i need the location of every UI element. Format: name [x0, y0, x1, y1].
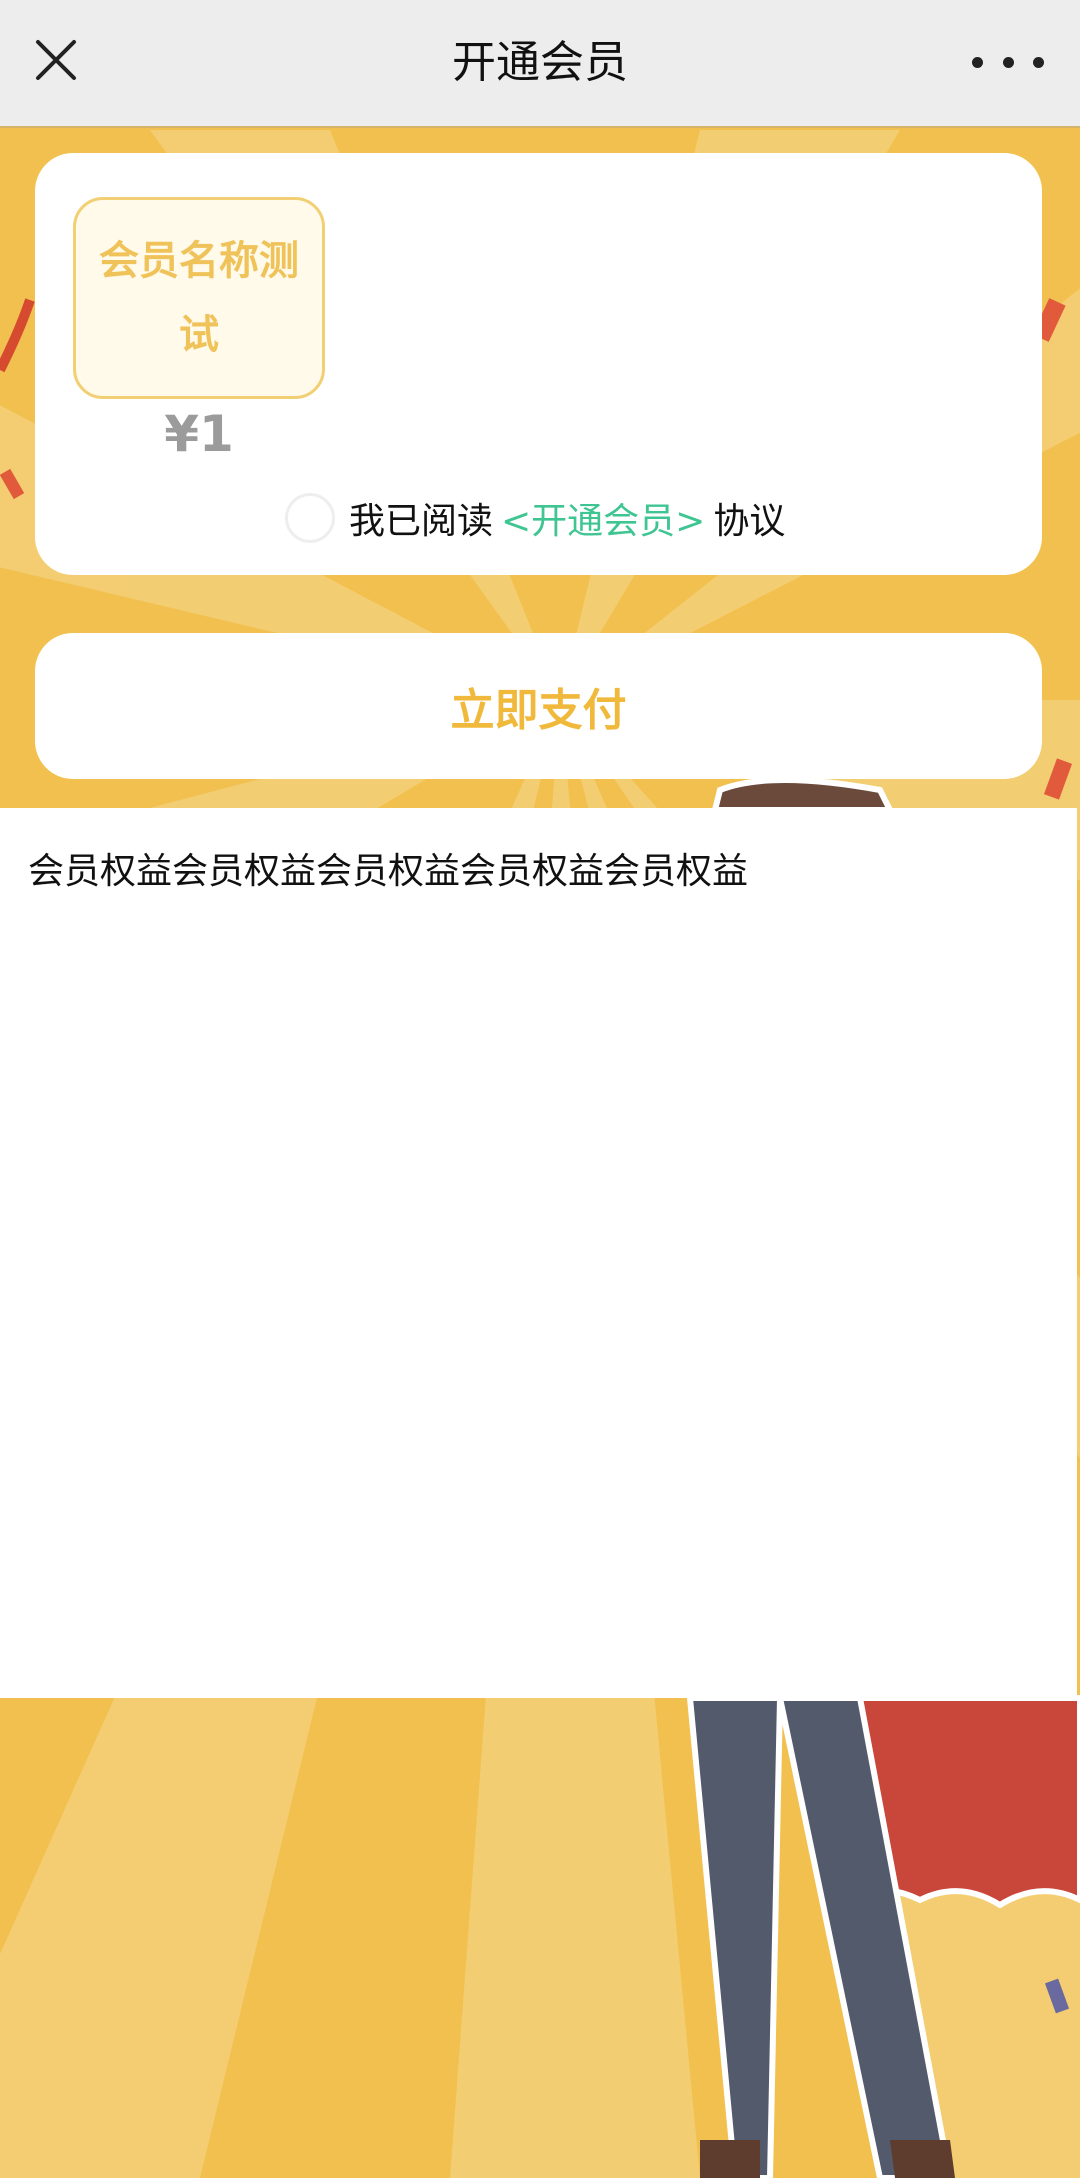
close-button[interactable] — [24, 28, 88, 92]
plan-option-selected[interactable]: 会员名称测试 — [73, 197, 325, 399]
agreement-prefix: 我已阅读 — [349, 501, 494, 542]
close-icon — [36, 40, 76, 80]
agreement-checkbox[interactable] — [285, 493, 335, 543]
top-navbar: 开通会员 — [0, 0, 1080, 128]
agreement-suffix: 协议 — [713, 501, 786, 542]
pay-now-label: 立即支付 — [450, 686, 627, 735]
more-options-button[interactable] — [972, 34, 1044, 90]
plan-card: 会员名称测试 ¥1 我已阅读 <开通会员> 协议 — [35, 153, 1042, 575]
benefits-panel: 会员权益会员权益会员权益会员权益会员权益 — [0, 808, 1077, 1698]
benefits-text: 会员权益会员权益会员权益会员权益会员权益 — [28, 851, 749, 892]
plan-name: 会员名称测试 — [99, 238, 299, 358]
plan-price: ¥1 — [164, 405, 234, 463]
agreement-row: 我已阅读 <开通会员> 协议 — [285, 486, 785, 550]
page-title: 开通会员 — [452, 37, 628, 88]
more-dots-icon — [972, 56, 983, 68]
pay-now-button[interactable]: 立即支付 — [35, 633, 1042, 779]
agreement-link[interactable]: <开通会员> — [501, 492, 705, 544]
